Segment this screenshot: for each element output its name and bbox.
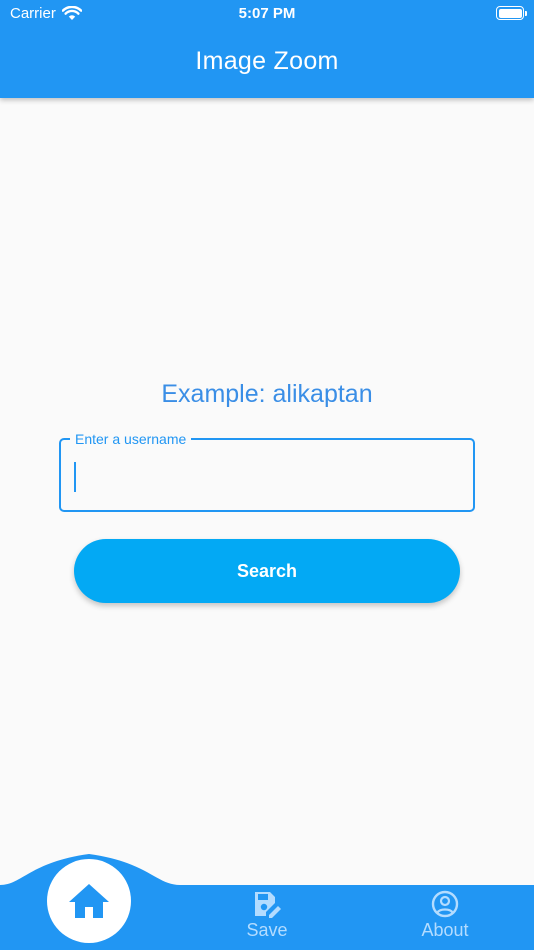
username-input[interactable] [73, 458, 463, 494]
save-icon [255, 892, 281, 918]
username-label: Enter a username [70, 430, 192, 448]
nav-label-save: Save [246, 920, 288, 940]
username-field[interactable]: Enter a username [59, 430, 475, 512]
battery-icon [496, 6, 527, 20]
text-caret [74, 462, 76, 492]
battery-fill [498, 8, 522, 18]
nav-label-about: About [421, 920, 469, 940]
nav-item-about[interactable]: About [385, 890, 505, 946]
status-bar: Carrier 5:07 PM [0, 0, 534, 28]
account-circle-icon [431, 890, 459, 918]
search-button[interactable]: Search [74, 539, 460, 603]
status-time: 5:07 PM [238, 5, 296, 22]
example-text: Example: alikaptan [161, 380, 373, 408]
nav-item-save[interactable]: Save [207, 890, 327, 946]
home-icon [69, 884, 109, 918]
app-bar: Carrier 5:07 PM Image Zoom [0, 0, 534, 98]
nav-item-home[interactable] [47, 859, 131, 943]
page-title: Image Zoom [195, 47, 339, 75]
